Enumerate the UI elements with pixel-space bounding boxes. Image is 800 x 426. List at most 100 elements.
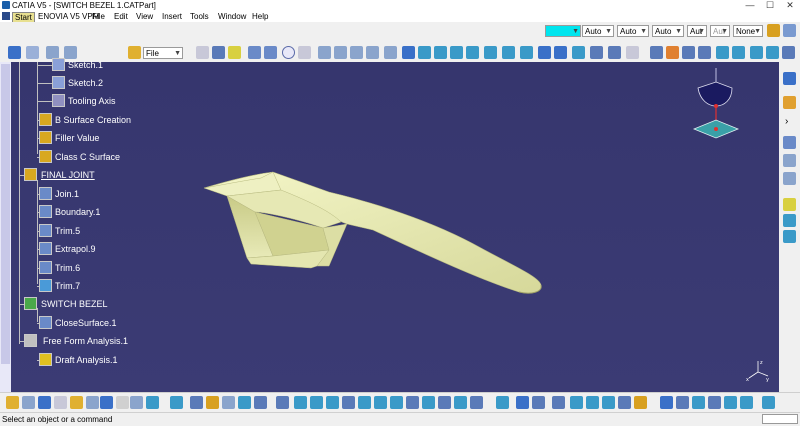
sketcher-icon[interactable]	[783, 72, 796, 85]
porcupine-icon[interactable]	[608, 46, 621, 59]
spline-icon[interactable]	[298, 46, 311, 59]
tree-expand-icon[interactable]	[783, 136, 796, 149]
draft-toolbar-icon[interactable]	[554, 46, 567, 59]
layer-combo[interactable]: None ▼	[733, 25, 763, 37]
command-input[interactable]	[762, 414, 798, 424]
bottom-tool-icon[interactable]	[496, 396, 509, 409]
bottom-tool-icon[interactable]	[406, 396, 419, 409]
chevron-right-icon[interactable]: ›	[785, 116, 793, 129]
menu-help[interactable]: Help	[252, 11, 268, 22]
mirror-icon[interactable]	[732, 46, 745, 59]
bottom-tool-icon[interactable]	[310, 396, 323, 409]
menu-enovia[interactable]: ENOVIA V5 VPM	[38, 11, 99, 22]
menu-view[interactable]: View	[136, 11, 153, 22]
menu-tools[interactable]: Tools	[190, 11, 209, 22]
project-icon[interactable]	[248, 46, 261, 59]
affinity-icon[interactable]	[782, 46, 795, 59]
menu-file[interactable]: File	[92, 11, 105, 22]
bottom-tool-icon[interactable]	[70, 396, 83, 409]
bottom-tool-icon[interactable]	[130, 396, 143, 409]
orientation-icon[interactable]	[716, 46, 729, 59]
bottom-tool-icon[interactable]	[38, 396, 51, 409]
scale-icon[interactable]	[766, 46, 779, 59]
extract-icon[interactable]	[466, 46, 479, 59]
bottom-tool-icon[interactable]	[276, 396, 289, 409]
bottom-tool-icon[interactable]	[6, 396, 19, 409]
bottom-tool-icon[interactable]	[516, 396, 529, 409]
blend-icon[interactable]	[350, 46, 363, 59]
thickness-combo[interactable]: Auto ▼	[617, 25, 649, 37]
cursor-icon[interactable]	[783, 96, 796, 109]
cylinder-icon[interactable]	[698, 46, 711, 59]
bottom-tool-icon[interactable]	[470, 396, 483, 409]
bottom-tool-icon[interactable]	[438, 396, 451, 409]
layer-combo-disabled[interactable]: Aut ▼	[710, 25, 730, 37]
linetype-combo[interactable]: Auto ▼	[582, 25, 614, 37]
bottom-tool-icon[interactable]	[342, 396, 355, 409]
multi-section-icon[interactable]	[384, 46, 397, 59]
bottom-tool-icon[interactable]	[602, 396, 615, 409]
bottom-tool-icon[interactable]	[692, 396, 705, 409]
bottom-tool-icon[interactable]	[708, 396, 721, 409]
bottom-tool-icon[interactable]	[206, 396, 219, 409]
bottom-tool-icon[interactable]	[238, 396, 251, 409]
properties-icon[interactable]	[783, 24, 796, 37]
switch-bezel-part[interactable]	[11, 62, 779, 392]
3d-viewport[interactable]: Sketch.1 Sketch.2 Tooling Axis B Surface Cr…	[11, 58, 779, 392]
bottom-tool-icon[interactable]	[634, 396, 647, 409]
bottom-tool-icon[interactable]	[532, 396, 545, 409]
point-toolbar-icon[interactable]	[650, 46, 663, 59]
bottom-tool-icon[interactable]	[676, 396, 689, 409]
hide-icon[interactable]	[783, 172, 796, 185]
bottom-tool-icon[interactable]	[422, 396, 435, 409]
bottom-tool-icon[interactable]	[660, 396, 673, 409]
bottom-tool-icon[interactable]	[222, 396, 235, 409]
bottom-tool-icon[interactable]	[146, 396, 159, 409]
bottom-tool-icon[interactable]	[570, 396, 583, 409]
connect-checker-icon[interactable]	[590, 46, 603, 59]
tree-scrollbar[interactable]	[0, 62, 11, 392]
menu-insert[interactable]: Insert	[162, 11, 182, 22]
join-toolbar-icon[interactable]	[402, 46, 415, 59]
transparency-combo[interactable]: Aut ▼	[687, 25, 707, 37]
bottom-tool-icon[interactable]	[86, 396, 99, 409]
bottom-tool-icon[interactable]	[100, 396, 113, 409]
law-icon[interactable]	[538, 46, 551, 59]
trim-toolbar-icon[interactable]	[434, 46, 447, 59]
menu-edit[interactable]: Edit	[114, 11, 128, 22]
bottom-tool-icon[interactable]	[618, 396, 631, 409]
compass-widget[interactable]	[688, 66, 744, 140]
bottom-tool-icon[interactable]	[374, 396, 387, 409]
dress-up-icon[interactable]	[666, 46, 679, 59]
bottom-tool-icon[interactable]	[724, 396, 737, 409]
bottom-tool-icon[interactable]	[190, 396, 203, 409]
fill-surface-icon[interactable]	[334, 46, 347, 59]
catalog-icon[interactable]	[783, 214, 796, 227]
bottom-tool-icon[interactable]	[54, 396, 67, 409]
bottom-tool-icon[interactable]	[22, 396, 35, 409]
extrapolate-toolbar-icon[interactable]	[520, 46, 533, 59]
curvature-icon[interactable]	[572, 46, 585, 59]
bottom-tool-icon[interactable]	[254, 396, 267, 409]
line-icon[interactable]	[212, 46, 225, 59]
shape-fillet-icon[interactable]	[682, 46, 695, 59]
minimize-button[interactable]: —	[740, 0, 760, 11]
bottom-tool-icon[interactable]	[358, 396, 371, 409]
bottom-tool-icon[interactable]	[740, 396, 753, 409]
bottom-tool-icon[interactable]	[552, 396, 565, 409]
bottom-tool-icon[interactable]	[116, 396, 129, 409]
intersect-icon[interactable]	[264, 46, 277, 59]
datum-icon[interactable]	[783, 154, 796, 167]
menu-window[interactable]: Window	[218, 11, 246, 22]
bottom-tool-icon[interactable]	[586, 396, 599, 409]
bottom-tool-icon[interactable]	[762, 396, 775, 409]
paint-brush-icon[interactable]	[767, 24, 780, 37]
boundary-toolbar-icon[interactable]	[450, 46, 463, 59]
bottom-tool-icon[interactable]	[326, 396, 339, 409]
bottom-tool-icon[interactable]	[454, 396, 467, 409]
bottom-tool-icon[interactable]	[294, 396, 307, 409]
close-button[interactable]: ✕	[780, 0, 800, 11]
split-icon[interactable]	[418, 46, 431, 59]
fillet-icon[interactable]	[484, 46, 497, 59]
circle-icon[interactable]	[282, 46, 295, 59]
